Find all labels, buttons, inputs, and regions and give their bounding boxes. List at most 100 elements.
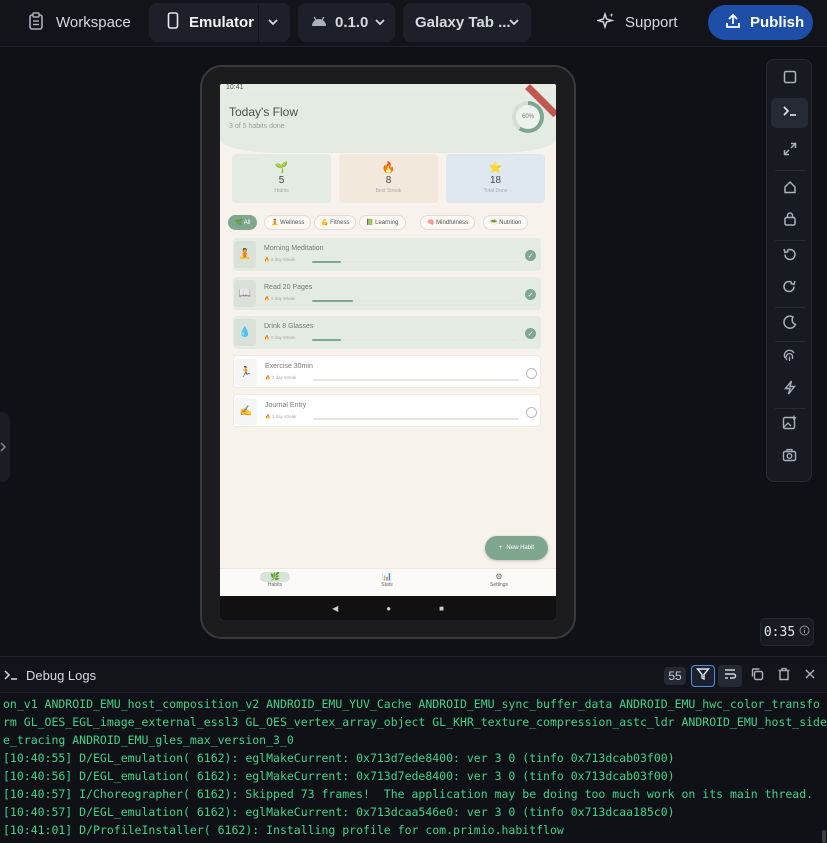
habit-progress-track [312,261,518,263]
lock-button[interactable] [771,206,808,236]
emulator-stage: 10:41 Today's Flow 3 of 5 habits done 60… [0,48,827,655]
sparkle-icon [595,11,615,34]
log-line: [10:40:57] I/Choreographer( 6162): Skipp… [3,787,814,801]
info-icon[interactable] [799,625,810,640]
hot-reload-button[interactable] [771,375,808,405]
nav-item-stats[interactable]: 📊 Stats [357,572,417,588]
emulator-toolbar [766,59,812,482]
timer-value: 0:35 [763,624,796,640]
category-chip[interactable]: 🥗 Nutrition [483,215,529,230]
rotate-right-button[interactable] [771,274,808,304]
category-chip[interactable]: 💪 Fitness [314,215,357,230]
fingerprint-button[interactable] [771,343,808,373]
habit-row[interactable]: 🧘 Morning Meditation 🔥 5 day streak ✓ [233,238,541,271]
new-habit-label: New Habit [506,545,535,551]
expand-panel-handle[interactable] [0,412,10,482]
stat-value: 18 [489,175,502,186]
session-timer: 0:35 [760,618,814,646]
empty-circle-icon[interactable] [526,407,537,418]
dark-mode-button[interactable] [771,309,808,339]
back-icon[interactable]: ◀ [332,604,338,613]
phone-icon [167,12,179,33]
stat-label: Total Done [483,188,508,194]
habit-row[interactable]: ✍️ Journal Entry 🔥 1 day streak [233,394,541,427]
chevron-down-icon[interactable] [266,15,280,33]
house-icon [783,180,797,199]
check-icon[interactable]: ✓ [525,289,536,300]
check-icon[interactable]: ✓ [525,328,536,339]
stat-value: 8 [385,175,392,186]
recents-icon[interactable]: ■ [439,604,444,613]
wrap-lines-button[interactable] [718,665,742,687]
habit-row[interactable]: 💧 Drink 8 Glasses 🔥 8 day streak ✓ [233,316,541,349]
system-navigation: ◀ ● ■ [220,596,556,620]
copy-icon [750,667,764,686]
category-chip[interactable]: 🧘 Wellness [264,215,312,230]
habit-progress-track [312,339,518,341]
nav-item-habits[interactable]: 🌿 Habits [245,572,305,588]
category-chip[interactable]: 🧠 Mindfulness [420,215,476,230]
log-scrollbar[interactable] [822,830,826,843]
page-subtitle: 3 of 5 habits done [229,123,285,130]
filter-button[interactable] [691,665,715,687]
device-screen[interactable]: 10:41 Today's Flow 3 of 5 habits done 60… [220,84,556,620]
clear-logs-button[interactable] [772,665,796,687]
publish-button[interactable]: Publish [708,5,813,40]
add-image-button[interactable] [771,410,808,440]
home-button[interactable] [771,174,808,204]
fullscreen-button[interactable] [771,136,808,166]
category-chip[interactable]: 🌿 All [228,215,258,230]
log-output[interactable]: on_v1 ANDROID_EMU_host_composition_v2 AN… [0,694,827,843]
device-label: Galaxy Tab ... [415,14,511,31]
habit-streak: 🔥 1 day streak [265,414,297,419]
home-icon[interactable]: ● [386,604,391,613]
version-selector[interactable]: 0.1.0 [298,3,395,42]
copy-button[interactable] [745,665,769,687]
nav-icon: ⚙ [495,572,503,581]
category-chip[interactable]: 📗 Learning [359,215,406,230]
android-icon [310,14,328,31]
moon-icon [782,314,797,334]
upload-icon [725,13,741,33]
habit-progress-track [313,418,519,420]
log-line: [10:41:01] D/ProfileInstaller( 6162): In… [3,823,564,837]
workspace-button[interactable]: Workspace [28,3,131,42]
habit-progress-fill [312,339,341,341]
close-logs-button[interactable] [798,665,822,687]
emulator-selector[interactable]: Emulator [149,3,290,42]
habit-streak: 🔥 2 day streak [265,375,297,380]
stat-label: Habits [274,188,289,194]
terminal-button[interactable] [771,98,808,128]
log-line: on_v1 ANDROID_EMU_host_composition_v2 AN… [3,697,820,711]
log-count-badge: 55 [664,667,686,685]
habit-row[interactable]: 📖 Read 20 Pages 🔥 3 day streak ✓ [233,277,541,310]
nav-label: Habits [267,582,283,588]
rotate-left-button[interactable] [771,242,808,272]
log-line: [10:40:56] D/EGL_emulation( 6162): eglMa… [3,769,675,783]
habit-name: Morning Meditation [264,245,324,252]
stat-icon: 🔥 [381,162,396,174]
debug-logs-label: Debug Logs [26,668,97,683]
trash-icon [777,667,791,686]
divider [775,341,805,342]
progress-ring: 60% [512,101,544,133]
screenshot-button[interactable] [771,442,808,472]
check-icon[interactable]: ✓ [525,250,536,261]
stop-button[interactable] [771,64,808,94]
new-habit-button[interactable]: + New Habit [485,536,548,560]
nav-icon: 📊 [382,572,392,581]
habit-row[interactable]: 🏃 Exercise 30min 🔥 2 day streak [233,355,541,388]
nav-item-settings[interactable]: ⚙ Settings [469,572,529,588]
category-chips: 🌿 All 🧘 Wellness 💪 Fitness 📗 Learning 🧠 Mind… [228,215,556,231]
habit-icon: 🏃 [235,359,257,386]
habit-icon: 📖 [234,280,256,307]
rotate-right-icon [782,279,797,299]
support-button[interactable]: Support [595,3,678,42]
stat-value: 5 [278,175,285,186]
empty-circle-icon[interactable] [526,368,537,379]
support-label: Support [625,14,678,31]
divider [775,170,805,171]
clipboard-icon [28,11,44,34]
device-selector[interactable]: Galaxy Tab ... [403,3,531,42]
nav-label: Settings [489,582,509,588]
